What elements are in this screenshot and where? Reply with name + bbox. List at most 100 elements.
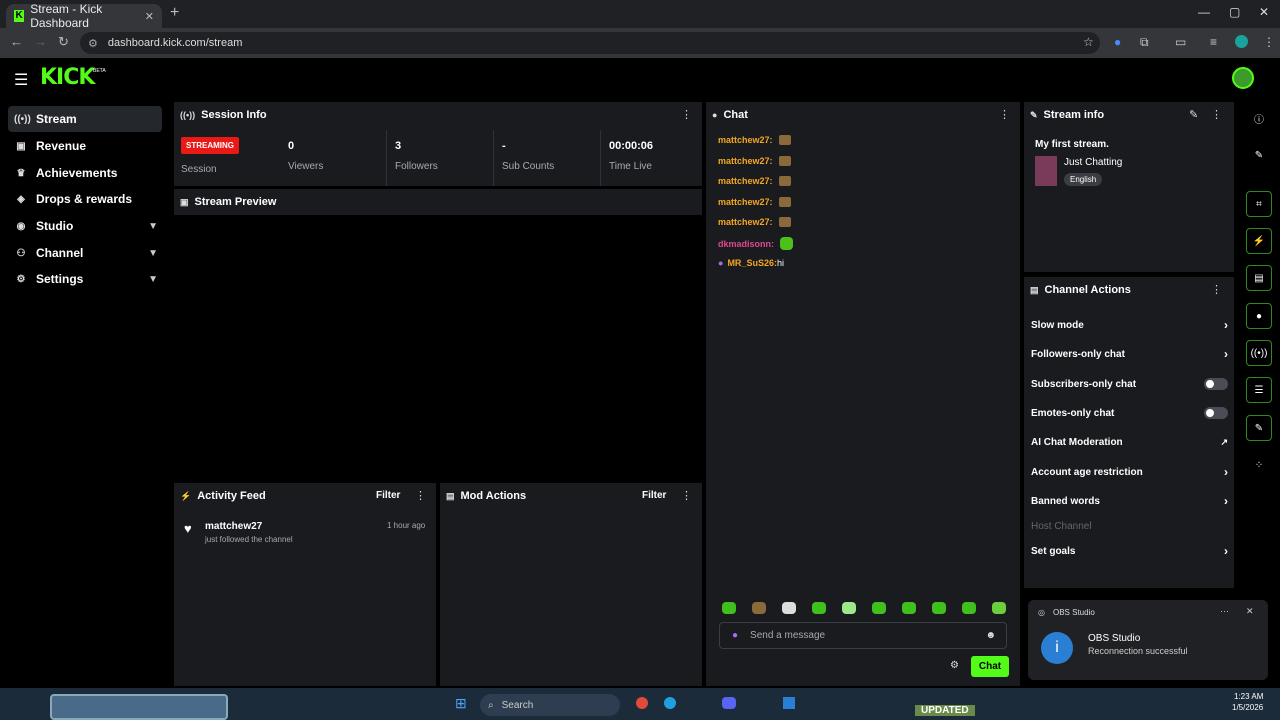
emote-icon[interactable] [782,602,796,614]
emote-icon[interactable] [932,602,946,614]
emote-icon[interactable] [902,602,916,614]
cast-icon[interactable]: ▭ [1175,35,1186,49]
sidebar-item-label: Drops & rewards [36,192,133,206]
action-slow-mode[interactable]: Slow mode › [1031,315,1228,335]
more-options-icon[interactable]: ··· [1220,606,1229,616]
edit-icon[interactable]: ✎ [1189,108,1198,121]
bookmark-star-icon[interactable]: ☆ [1083,35,1094,49]
stream-preview-video[interactable] [174,215,702,479]
obs-notification[interactable]: ◎ OBS Studio ··· ✕ i OBS Studio Reconnec… [1028,600,1268,680]
more-options-icon[interactable]: ⋮ [681,108,692,121]
action-followers-only[interactable]: Followers-only chat › [1031,344,1228,364]
kick-logo[interactable]: KICK [40,65,95,90]
chat-username[interactable]: mattchew27: [718,135,773,145]
more-options-icon[interactable]: ⋮ [1211,108,1222,121]
chat-bubble-icon[interactable]: ● [1246,303,1272,329]
action-ai-moderation[interactable]: AI Chat Moderation ↗ [1031,432,1228,452]
sidebar-item-drops[interactable]: ◈ Drops & rewards [8,186,162,212]
maximize-icon[interactable]: ▢ [1229,5,1240,19]
toast-message: Reconnection successful [1088,646,1188,656]
emote-icon[interactable] [812,602,826,614]
more-options-icon[interactable]: ⋮ [1211,283,1222,296]
action-banned-words[interactable]: Banned words › [1031,491,1228,511]
wrench-icon[interactable]: ✎ [1246,415,1272,441]
add-widget-icon[interactable]: ⁘ [1246,452,1272,478]
hamburger-menu-icon[interactable]: ☰ [14,70,28,90]
discord-icon[interactable] [722,697,736,709]
profile-avatar-icon[interactable] [1235,35,1248,48]
activity-filter-button[interactable]: Filter [376,490,400,501]
emotes-only-toggle[interactable] [1204,407,1228,419]
emote-icon[interactable] [722,602,736,614]
chat-input[interactable]: ● Send a message ☻ [719,622,1007,649]
site-info-icon[interactable]: ⚙ [88,37,98,50]
url-bar[interactable]: ⚙ dashboard.kick.com/stream [80,32,1100,54]
broadcast-icon[interactable]: ((•)) [1246,340,1272,366]
reload-icon[interactable]: ↻ [58,34,69,50]
chat-username[interactable]: dkmadisonn: [718,239,774,249]
tab-close-icon[interactable]: ✕ [145,10,154,23]
mod-filter-button[interactable]: Filter [642,490,666,501]
sidebar-item-stream[interactable]: ((•)) Stream [8,106,162,132]
activity-user[interactable]: mattchew27 [205,521,262,532]
forward-icon[interactable]: → [34,34,47,49]
chat-message: mattchew27: [718,156,791,166]
windows-start-icon[interactable]: ⊞ [455,695,467,712]
app-icon[interactable] [783,697,795,709]
chat-username[interactable]: mattchew27: [718,176,773,186]
emote-icon[interactable] [992,602,1006,614]
sidebar-item-studio[interactable]: ◉ Studio ▼ [8,213,162,239]
minimize-icon[interactable]: — [1198,5,1210,19]
crop-icon[interactable]: ⌗ [1246,191,1272,217]
window-close-icon[interactable]: ✕ [1259,5,1269,19]
sidebar-item-channel[interactable]: ⚇ Channel ▼ [8,240,162,266]
chat-username[interactable]: mattchew27: [718,197,773,207]
info-icon[interactable]: ⓘ [1246,105,1272,131]
sidebar-item-revenue[interactable]: ▣ Revenue [8,133,162,159]
back-icon[interactable]: ← [10,34,23,49]
stream-category[interactable]: Just Chatting [1064,157,1122,168]
stat-sub-counts: - Sub Counts [494,130,601,186]
mod-actions-panel: ▤ Mod Actions Filter ⋮ [440,483,702,686]
emote-icon[interactable] [962,602,976,614]
pencil-icon[interactable]: ✎ [1246,142,1272,168]
sidebar-item-achievements[interactable]: ♛ Achievements [8,160,162,186]
chat-username[interactable]: mattchew27: [718,217,773,227]
chat-settings-icon[interactable]: ⚙ [950,660,959,671]
new-tab-icon[interactable]: + [170,4,179,22]
stat-value: 0 [288,140,295,152]
toast-close-icon[interactable]: ✕ [1246,606,1254,617]
extensions-puzzle-icon[interactable]: ⧉ [1140,35,1149,50]
activity-feed-panel: ⚡ Activity Feed Filter ⋮ ♥ mattchew27 1 … [174,483,436,686]
tab-search-icon[interactable]: ≡ [1210,35,1217,49]
more-options-icon[interactable]: ⋮ [681,489,692,502]
more-options-icon[interactable]: ⋮ [415,489,426,502]
category-thumbnail[interactable] [1035,156,1057,186]
browser-tab[interactable]: K Stream - Kick Dashboard ✕ [6,2,162,30]
action-set-goals[interactable]: Set goals › [1031,541,1228,561]
session-label: Session [181,164,217,175]
stat-viewers: 0 Viewers [280,130,387,186]
chat-send-button[interactable]: Chat [971,656,1009,677]
chat-username[interactable]: MR_SuS26: [727,258,777,268]
emote-icon[interactable] [752,602,766,614]
emote-icon[interactable] [872,602,886,614]
lightning-icon[interactable]: ⚡ [1246,228,1272,254]
sidebar-item-settings[interactable]: ⚙ Settings ▼ [8,266,162,292]
subscribers-only-toggle[interactable] [1204,378,1228,390]
taskbar-widget-thumbnail[interactable] [50,694,228,720]
gear-icon: ⚙ [16,273,26,285]
more-options-icon[interactable]: ⋮ [999,108,1010,121]
emoji-picker-icon[interactable]: ☻ [985,630,996,641]
chat-username[interactable]: mattchew27: [718,156,773,166]
emote-icon[interactable] [842,602,856,614]
taskbar-search[interactable]: ⌕ Search [480,694,620,716]
edge-icon[interactable] [664,697,676,709]
extension-icon[interactable]: ● [1114,35,1121,49]
chrome-icon[interactable] [636,697,648,709]
user-avatar[interactable] [1232,67,1254,89]
action-account-age[interactable]: Account age restriction › [1031,462,1228,482]
layout-icon[interactable]: ☰ [1246,377,1272,403]
browser-menu-icon[interactable]: ⋮ [1263,35,1275,49]
document-icon[interactable]: ▤ [1246,265,1272,291]
